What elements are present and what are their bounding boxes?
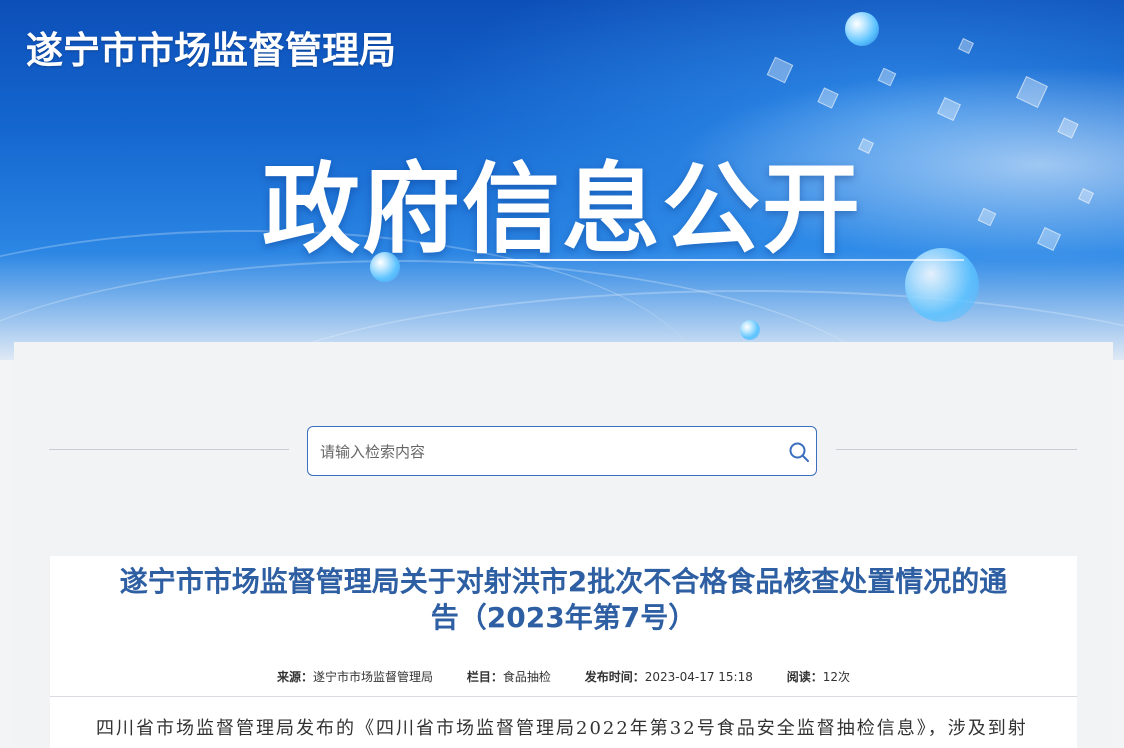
article-title-line2: 告（2023年第7号） bbox=[430, 601, 697, 634]
meta-views-value: 12次 bbox=[822, 670, 850, 684]
cube-decoration bbox=[977, 207, 997, 227]
meta-source-label: 来源： bbox=[277, 670, 314, 684]
search-divider-left bbox=[49, 449, 289, 450]
bubble-decoration bbox=[740, 320, 760, 340]
meta-source: 来源：遂宁市市场监督管理局 bbox=[277, 670, 433, 684]
meta-divider bbox=[50, 696, 1077, 697]
meta-column: 栏目：食品抽检 bbox=[467, 670, 551, 684]
article-body-paragraph: 四川省市场监督管理局发布的《四川省市场监督管理局2022年第32号食品安全监督抽… bbox=[96, 718, 1028, 739]
article-meta: 来源：遂宁市市场监督管理局 栏目：食品抽检 发布时间：2023-04-17 15… bbox=[50, 668, 1077, 685]
cube-decoration bbox=[1057, 117, 1079, 139]
meta-column-label: 栏目： bbox=[466, 670, 503, 684]
article-title-line1: 遂宁市市场监督管理局关于对射洪市2批次不合格食品核查处置情况的通 bbox=[119, 565, 1008, 598]
cube-decoration bbox=[1016, 76, 1048, 108]
search-input[interactable] bbox=[318, 427, 782, 477]
cube-decoration bbox=[1037, 227, 1061, 251]
site-title: 遂宁市市场监督管理局 bbox=[26, 29, 396, 72]
meta-views: 阅读：12次 bbox=[787, 670, 850, 684]
search-icon[interactable] bbox=[788, 441, 810, 463]
search-box bbox=[307, 426, 817, 477]
meta-time-label: 发布时间： bbox=[584, 670, 645, 684]
cube-decoration bbox=[1078, 188, 1094, 204]
cube-decoration bbox=[817, 87, 839, 109]
banner-title-underline bbox=[474, 259, 964, 261]
article-card: 遂宁市市场监督管理局关于对射洪市2批次不合格食品核查处置情况的通 告（2023年… bbox=[50, 556, 1077, 748]
banner-title: 政府信息公开 bbox=[262, 153, 863, 267]
meta-column-value: 食品抽检 bbox=[502, 670, 551, 684]
cube-decoration bbox=[937, 97, 961, 121]
cube-decoration bbox=[877, 67, 897, 87]
header-banner: 遂宁市市场监督管理局 政府信息公开 bbox=[0, 0, 1124, 360]
cube-decoration bbox=[766, 56, 794, 84]
meta-views-label: 阅读： bbox=[786, 670, 823, 684]
meta-time-value: 2023-04-17 15:18 bbox=[644, 670, 753, 684]
article-title: 遂宁市市场监督管理局关于对射洪市2批次不合格食品核查处置情况的通 告（2023年… bbox=[50, 564, 1077, 636]
meta-source-value: 遂宁市市场监督管理局 bbox=[313, 670, 434, 684]
search-divider-right bbox=[836, 449, 1077, 450]
cube-decoration bbox=[958, 38, 974, 54]
meta-time: 发布时间：2023-04-17 15:18 bbox=[585, 670, 753, 684]
bubble-decoration bbox=[845, 12, 879, 46]
